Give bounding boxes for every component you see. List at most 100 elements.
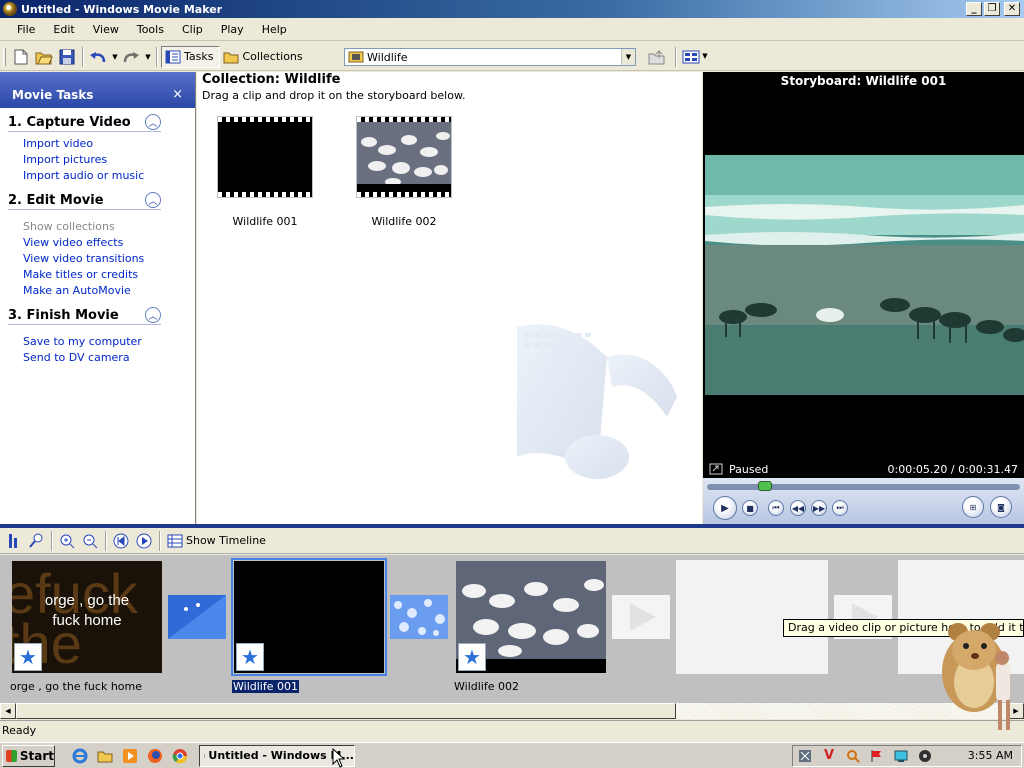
- tasks-button[interactable]: Tasks: [161, 45, 221, 68]
- tray-app-icon[interactable]: [797, 748, 813, 764]
- minimize-button[interactable]: _: [966, 2, 982, 16]
- chrome-icon[interactable]: [169, 745, 191, 767]
- clip-name: Wildlife 002: [371, 215, 437, 228]
- media-player-icon[interactable]: [119, 745, 141, 767]
- task-link-video-effects[interactable]: View video effects: [23, 235, 187, 251]
- scrollbar-thumb[interactable]: [16, 703, 676, 719]
- start-button[interactable]: Start: [2, 744, 55, 767]
- task-link-video-transitions[interactable]: View video transitions: [23, 251, 187, 267]
- seek-knob[interactable]: [758, 481, 772, 491]
- toolbar: ▼ ▼ Tasks Collections Wildlife ▼ ▼: [0, 43, 1024, 71]
- video-effect-star-icon[interactable]: ★: [236, 643, 264, 671]
- task-link-import-audio[interactable]: Import audio or music: [23, 168, 187, 184]
- explorer-folder-icon[interactable]: [94, 745, 116, 767]
- empty-clip-slot[interactable]: [676, 560, 828, 674]
- firefox-icon[interactable]: [144, 745, 166, 767]
- play-icon[interactable]: ▶: [713, 496, 737, 520]
- playback-time: 0:00:05.20 / 0:00:31.47: [887, 462, 1019, 476]
- storyboard-clip[interactable]: ★: [456, 561, 606, 673]
- restore-button[interactable]: ❐: [984, 2, 1000, 16]
- empty-transition-slot[interactable]: [612, 595, 670, 639]
- collapse-chevron-icon[interactable]: ︿: [145, 114, 161, 130]
- rewind-storyboard-icon[interactable]: [110, 530, 132, 552]
- previous-frame-icon[interactable]: ⏮: [768, 500, 784, 516]
- undo-dropdown-icon[interactable]: ▼: [110, 53, 120, 61]
- views-dropdown-icon[interactable]: ▼: [700, 52, 710, 60]
- flag-icon[interactable]: [869, 748, 885, 764]
- task-section-title[interactable]: 3. Finish Movie ︿: [8, 307, 161, 325]
- stop-icon[interactable]: ■: [742, 500, 758, 516]
- show-timeline-button[interactable]: Show Timeline: [164, 530, 272, 552]
- volume-icon[interactable]: [917, 748, 933, 764]
- up-one-level-icon[interactable]: [646, 46, 668, 68]
- narrate-timeline-icon[interactable]: [25, 530, 47, 552]
- fullscreen-icon[interactable]: [709, 463, 723, 475]
- task-link-import-video[interactable]: Import video: [23, 136, 187, 152]
- task-section-title[interactable]: 2. Edit Movie ︿: [8, 192, 161, 210]
- menu-play[interactable]: Play: [212, 23, 253, 36]
- split-clip-icon[interactable]: ⊞: [962, 496, 984, 518]
- menu-view[interactable]: View: [84, 23, 128, 36]
- task-link-titles-credits[interactable]: Make titles or credits: [23, 267, 187, 283]
- clip-thumbnail: [356, 116, 452, 198]
- redo-dropdown-icon[interactable]: ▼: [143, 53, 153, 61]
- clip-name: Wildlife 001: [232, 215, 298, 228]
- antivirus-icon[interactable]: V: [821, 748, 837, 764]
- toolbar-separator: [159, 530, 161, 551]
- task-link-save-computer[interactable]: Save to my computer: [23, 334, 187, 350]
- open-project-icon[interactable]: [33, 46, 55, 68]
- internet-explorer-icon[interactable]: [69, 745, 91, 767]
- toolbar-separator: [105, 530, 107, 551]
- taskbar: Start Untitled - Windows M... V 3:55 AM: [0, 742, 1024, 768]
- storyboard-scrollbar[interactable]: ◀ ▶: [0, 702, 1024, 719]
- views-icon[interactable]: [680, 46, 702, 68]
- take-picture-icon[interactable]: ◙: [990, 496, 1012, 518]
- collection-title: Collection: Wildlife: [202, 72, 341, 87]
- collections-folder-icon: [223, 52, 239, 63]
- task-section-title[interactable]: 1. Capture Video ︿: [8, 114, 161, 132]
- collection-clip[interactable]: Wildlife 001: [217, 116, 313, 228]
- search-icon[interactable]: [845, 748, 861, 764]
- save-project-icon[interactable]: [56, 46, 78, 68]
- menu-file[interactable]: File: [0, 23, 44, 36]
- menu-clip[interactable]: Clip: [173, 23, 212, 36]
- undo-icon[interactable]: [87, 46, 109, 68]
- new-project-icon[interactable]: [10, 46, 32, 68]
- fast-forward-icon[interactable]: ▶▶: [811, 500, 827, 516]
- menu-help[interactable]: Help: [253, 23, 296, 36]
- play-storyboard-icon[interactable]: [133, 530, 155, 552]
- task-section-capture: 1. Capture Video ︿ Import video Import p…: [0, 108, 195, 186]
- rewind-icon[interactable]: ◀◀: [790, 500, 806, 516]
- seek-bar[interactable]: [707, 481, 1020, 491]
- zoom-out-icon[interactable]: [79, 530, 101, 552]
- chevron-down-icon[interactable]: ▼: [621, 49, 635, 65]
- toolbar-grip[interactable]: [3, 47, 6, 66]
- video-effect-star-icon[interactable]: ★: [458, 643, 486, 671]
- collection-clip[interactable]: Wildlife 002: [356, 116, 452, 228]
- next-frame-icon[interactable]: ⏭: [832, 500, 848, 516]
- menu-tools[interactable]: Tools: [128, 23, 173, 36]
- desktop-buddy-hamster-icon[interactable]: [936, 612, 1024, 740]
- network-monitor-icon[interactable]: [893, 748, 909, 764]
- close-button[interactable]: ✕: [1004, 2, 1020, 16]
- video-effect-star-icon[interactable]: ★: [14, 643, 42, 671]
- zoom-in-icon[interactable]: [56, 530, 78, 552]
- title-bar[interactable]: Untitled - Windows Movie Maker _ ❐ ✕: [0, 0, 1024, 18]
- collection-select[interactable]: Wildlife ▼: [344, 48, 636, 66]
- transition-thumbnail-icon[interactable]: [168, 595, 226, 639]
- collections-button[interactable]: Collections: [220, 46, 308, 68]
- transition-thumbnail-icon[interactable]: [390, 595, 448, 639]
- set-audio-levels-icon[interactable]: [2, 530, 24, 552]
- scroll-left-icon[interactable]: ◀: [0, 703, 16, 719]
- close-icon[interactable]: ×: [172, 87, 183, 102]
- task-link-import-pictures[interactable]: Import pictures: [23, 152, 187, 168]
- task-link-send-dv[interactable]: Send to DV camera: [23, 350, 187, 366]
- title-overlay-line1: orge , go the: [44, 592, 130, 609]
- collapse-chevron-icon[interactable]: ︿: [145, 307, 161, 323]
- redo-icon[interactable]: [120, 46, 142, 68]
- storyboard-clip-selected[interactable]: ★: [231, 558, 387, 676]
- storyboard-clip[interactable]: efuck the orge , go the fuck home ★: [12, 561, 162, 673]
- task-link-automovie[interactable]: Make an AutoMovie: [23, 283, 187, 299]
- collapse-chevron-icon[interactable]: ︿: [145, 192, 161, 208]
- menu-edit[interactable]: Edit: [44, 23, 83, 36]
